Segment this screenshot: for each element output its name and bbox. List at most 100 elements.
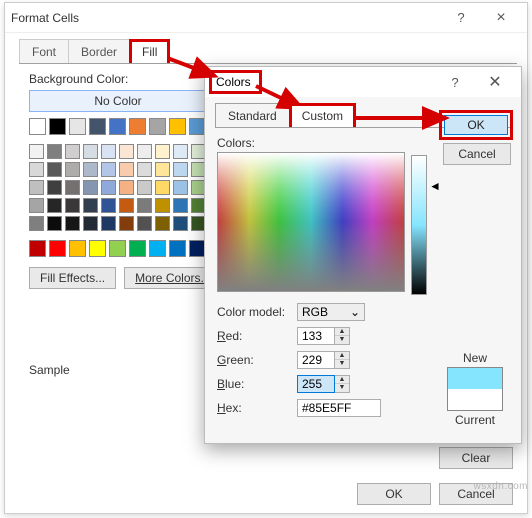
color-swatch[interactable]	[47, 144, 62, 159]
color-swatch[interactable]	[47, 198, 62, 213]
color-swatch[interactable]	[65, 144, 80, 159]
color-swatch[interactable]	[137, 144, 152, 159]
red-spinner[interactable]: ▲▼	[297, 327, 350, 345]
color-swatch[interactable]	[155, 216, 170, 231]
color-swatch[interactable]	[69, 240, 86, 257]
color-preview: New Current	[443, 351, 507, 427]
color-swatch[interactable]	[155, 198, 170, 213]
spin-down-icon[interactable]: ▼	[335, 336, 349, 344]
color-swatch[interactable]	[65, 162, 80, 177]
color-swatch[interactable]	[89, 240, 106, 257]
colors-title: Colors	[209, 70, 262, 94]
ok-button[interactable]: OK	[357, 483, 431, 505]
color-swatch[interactable]	[137, 162, 152, 177]
new-label: New	[443, 351, 507, 365]
hex-input[interactable]	[297, 399, 381, 417]
color-swatch[interactable]	[109, 118, 126, 135]
color-swatch[interactable]	[155, 162, 170, 177]
tab-custom[interactable]: Custom	[289, 103, 356, 127]
color-swatch[interactable]	[49, 118, 66, 135]
color-swatch[interactable]	[137, 198, 152, 213]
color-swatch[interactable]	[29, 180, 44, 195]
help-button[interactable]: ?	[441, 4, 481, 32]
color-swatch[interactable]	[29, 144, 44, 159]
color-swatch[interactable]	[29, 162, 44, 177]
color-swatch[interactable]	[29, 240, 46, 257]
color-swatch[interactable]	[29, 198, 44, 213]
spin-up-icon[interactable]: ▲	[335, 328, 349, 336]
color-swatch[interactable]	[47, 216, 62, 231]
tab-fill[interactable]: Fill	[129, 39, 170, 63]
color-swatch[interactable]	[149, 118, 166, 135]
color-swatch[interactable]	[83, 216, 98, 231]
color-swatch[interactable]	[83, 162, 98, 177]
dialog-title: Format Cells	[11, 11, 441, 25]
color-swatch[interactable]	[101, 180, 116, 195]
color-swatch[interactable]	[101, 198, 116, 213]
tab-standard[interactable]: Standard	[215, 103, 290, 127]
color-swatch[interactable]	[173, 198, 188, 213]
luminance-slider[interactable]	[411, 155, 427, 295]
colors-cancel-button[interactable]: Cancel	[443, 143, 511, 165]
sample-label: Sample	[29, 363, 70, 377]
color-swatch[interactable]	[65, 180, 80, 195]
color-swatch[interactable]	[137, 180, 152, 195]
color-swatch[interactable]	[89, 118, 106, 135]
red-label: Red:	[217, 329, 297, 343]
red-input[interactable]	[297, 327, 335, 345]
color-swatch[interactable]	[173, 162, 188, 177]
color-swatch[interactable]	[65, 198, 80, 213]
no-color-button[interactable]: No Color	[29, 90, 207, 112]
color-swatch[interactable]	[101, 144, 116, 159]
color-swatch[interactable]	[173, 180, 188, 195]
color-swatch[interactable]	[169, 118, 186, 135]
color-swatch[interactable]	[119, 162, 134, 177]
color-swatch[interactable]	[155, 144, 170, 159]
fill-effects-button[interactable]: Fill Effects...	[29, 267, 116, 289]
watermark: wsxdn.com	[473, 481, 528, 492]
colors-help-button[interactable]: ?	[435, 68, 475, 96]
color-swatch[interactable]	[137, 216, 152, 231]
color-swatch[interactable]	[29, 216, 44, 231]
color-swatch[interactable]	[119, 144, 134, 159]
color-swatch[interactable]	[29, 118, 46, 135]
new-color-swatch	[448, 368, 502, 389]
color-swatch[interactable]	[83, 198, 98, 213]
colors-ok-button[interactable]: OK	[444, 115, 508, 135]
color-swatch[interactable]	[69, 118, 86, 135]
color-swatch[interactable]	[83, 144, 98, 159]
color-swatch[interactable]	[173, 216, 188, 231]
color-swatch[interactable]	[149, 240, 166, 257]
tab-font[interactable]: Font	[19, 39, 69, 63]
color-swatch[interactable]	[119, 180, 134, 195]
colors-close-button[interactable]: ✕	[475, 68, 515, 96]
ok-highlight: OK	[439, 110, 513, 140]
color-swatch[interactable]	[129, 240, 146, 257]
color-swatch[interactable]	[155, 180, 170, 195]
tab-border[interactable]: Border	[68, 39, 130, 63]
titlebar: Format Cells ? ×	[5, 3, 527, 33]
color-swatch[interactable]	[65, 216, 80, 231]
color-swatch[interactable]	[119, 216, 134, 231]
green-input[interactable]	[297, 351, 335, 369]
blue-label: Blue:	[217, 377, 297, 391]
color-swatch[interactable]	[129, 118, 146, 135]
blue-input[interactable]	[297, 375, 335, 393]
green-spinner[interactable]: ▲▼	[297, 351, 350, 369]
color-swatch[interactable]	[119, 198, 134, 213]
close-button[interactable]: ×	[481, 4, 521, 32]
spectrum-picker[interactable]	[217, 152, 405, 292]
color-swatch[interactable]	[83, 180, 98, 195]
color-model-select[interactable]: RGB ⌄	[297, 303, 365, 321]
color-swatch[interactable]	[47, 180, 62, 195]
color-swatch[interactable]	[173, 144, 188, 159]
blue-spinner[interactable]: ▲▼	[297, 375, 350, 393]
color-swatch[interactable]	[101, 162, 116, 177]
color-swatch[interactable]	[101, 216, 116, 231]
color-swatch[interactable]	[47, 162, 62, 177]
color-swatch[interactable]	[109, 240, 126, 257]
luminance-arrow-icon: ◄	[429, 179, 441, 193]
color-swatch[interactable]	[169, 240, 186, 257]
clear-button[interactable]: Clear	[439, 447, 513, 469]
color-swatch[interactable]	[49, 240, 66, 257]
